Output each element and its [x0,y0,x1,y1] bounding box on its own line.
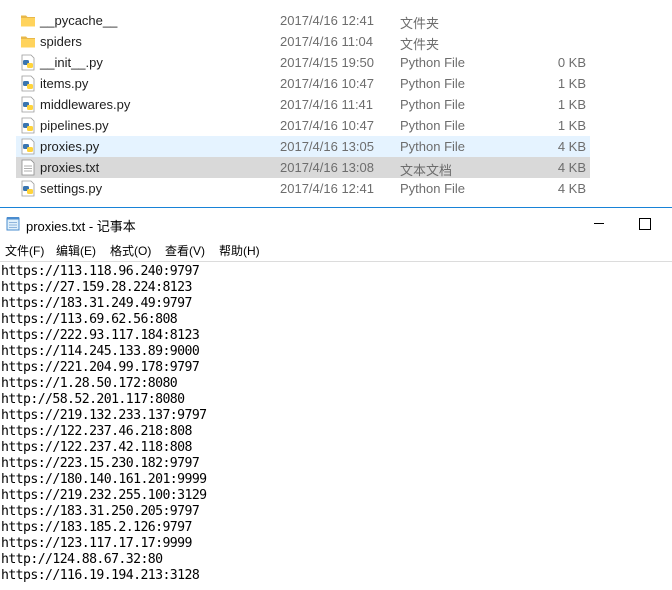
notepad-icon [6,217,20,231]
text-line: https://222.93.117.184:8123 [1,328,200,343]
text-line: https://219.132.233.137:9797 [1,408,207,423]
file-date: 2017/4/16 12:41 [280,181,374,196]
text-line: http://124.88.67.32:80 [1,552,163,567]
file-size: 1 KB [557,118,586,133]
text-line: https://116.19.194.213:3128 [1,568,200,583]
file-date: 2017/4/16 10:47 [280,76,374,91]
text-line: https://114.245.133.89:9000 [1,344,200,359]
text-line: https://27.159.28.224:8123 [1,280,192,295]
folder-icon [21,15,35,27]
file-date: 2017/4/16 13:08 [280,160,374,175]
file-name: middlewares.py [40,97,131,112]
python-file-icon [21,117,35,134]
menu-help[interactable]: 帮助(H) [219,242,260,259]
file-name: __init__.py [40,55,103,70]
file-type: Python File [400,181,466,196]
python-file-icon [21,138,35,155]
file-name: pipelines.py [40,118,109,133]
python-file-icon [21,54,35,71]
file-date: 2017/4/16 13:05 [280,139,374,154]
file-size: 4 KB [557,139,586,154]
text-line: http://58.52.201.117:8080 [1,392,185,407]
file-size: 1 KB [557,97,586,112]
file-row-proxies-txt[interactable]: proxies.txt 2017/4/16 13:08 文本文档 4 KB [16,157,590,178]
text-line: https://1.28.50.172:8080 [1,376,178,391]
file-row-items[interactable]: items.py 2017/4/16 10:47 Python File 1 K… [16,73,590,94]
file-size: 0 KB [557,55,586,70]
text-line: https://183.31.249.49:9797 [1,296,192,311]
python-file-icon [21,75,35,92]
file-type: 文本文档 [400,163,453,178]
file-date: 2017/4/16 11:04 [280,34,374,49]
window-title: proxies.txt - 记事本 [26,219,136,234]
text-line: https://221.204.99.178:9797 [1,360,200,375]
text-line: https://123.117.17.17:9999 [1,536,192,551]
text-line: https://180.140.161.201:9999 [1,472,207,487]
file-size: 4 KB [557,181,586,196]
file-name: settings.py [40,181,103,196]
python-file-icon [21,180,35,197]
file-name: items.py [40,76,89,91]
file-date: 2017/4/16 11:41 [280,97,374,112]
text-line: https://183.185.2.126:9797 [1,520,192,535]
file-date: 2017/4/16 10:47 [280,118,374,133]
maximize-button[interactable] [622,208,668,239]
title-bar[interactable]: proxies.txt - 记事本 [0,208,672,239]
file-type: Python File [400,97,466,112]
file-name: proxies.txt [40,160,100,175]
menu-bar: 文件(F) 编辑(E) 格式(O) 查看(V) 帮助(H) [0,239,672,261]
menu-format[interactable]: 格式(O) [110,242,151,259]
text-editor[interactable]: https://113.118.96.240:9797 https://27.1… [0,261,672,590]
file-type: 文件夹 [400,37,440,52]
text-line: https://223.15.230.182:9797 [1,456,200,471]
file-row-middlewares[interactable]: middlewares.py 2017/4/16 11:41 Python Fi… [16,94,590,115]
file-type: Python File [400,76,466,91]
file-row-settings[interactable]: settings.py 2017/4/16 12:41 Python File … [16,178,590,199]
explorer-file-list: __pycache__ 2017/4/16 12:41 文件夹 spiders … [0,0,672,208]
file-type: Python File [400,118,466,133]
file-date: 2017/4/15 19:50 [280,55,374,70]
text-line: https://113.69.62.56:808 [1,312,178,327]
notepad-window: proxies.txt - 记事本 文件(F) 编辑(E) 格式(O) 查看(V… [0,207,672,590]
file-size: 4 KB [557,160,586,175]
file-row-spiders[interactable]: spiders 2017/4/16 11:04 文件夹 [16,31,590,52]
text-line: https://183.31.250.205:9797 [1,504,200,519]
file-name: proxies.py [40,139,100,154]
file-type: Python File [400,55,466,70]
text-line: https://113.118.96.240:9797 [1,264,200,279]
file-row-pycache[interactable]: __pycache__ 2017/4/16 12:41 文件夹 [16,10,590,31]
text-line: https://122.237.46.218:808 [1,424,192,439]
file-name: spiders [40,34,82,49]
menu-edit[interactable]: 编辑(E) [56,242,96,259]
text-file-icon [21,159,35,176]
menu-file[interactable]: 文件(F) [5,242,44,259]
text-line: https://122.237.42.118:808 [1,440,192,455]
folder-icon [21,36,35,48]
file-date: 2017/4/16 12:41 [280,13,374,28]
file-row-init[interactable]: __init__.py 2017/4/15 19:50 Python File … [16,52,590,73]
python-file-icon [21,96,35,113]
file-type: Python File [400,139,466,154]
minimize-button[interactable] [576,208,622,239]
text-line: https://219.232.255.100:3129 [1,488,207,503]
file-row-pipelines[interactable]: pipelines.py 2017/4/16 10:47 Python File… [16,115,590,136]
file-name: __pycache__ [40,13,118,28]
file-type: 文件夹 [400,16,440,31]
menu-view[interactable]: 查看(V) [165,242,205,259]
file-size: 1 KB [557,76,586,91]
file-row-proxies-py[interactable]: proxies.py 2017/4/16 13:05 Python File 4… [16,136,590,157]
